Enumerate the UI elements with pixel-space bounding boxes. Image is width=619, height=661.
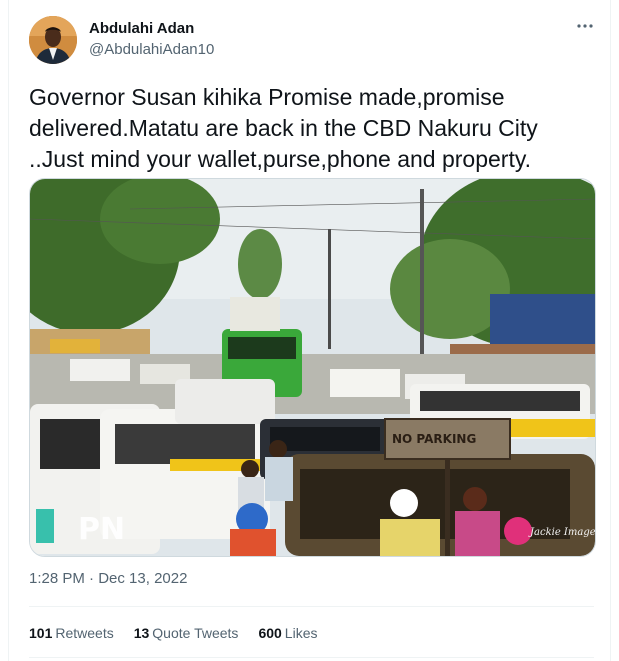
tweet-line: ..Just mind your wallet,purse,phone and … — [29, 146, 532, 172]
timestamp-separator: · — [89, 570, 99, 587]
author-name[interactable]: Abdulahi Adan — [89, 20, 194, 37]
more-options-icon[interactable] — [576, 17, 594, 39]
watermark-left: PN — [78, 512, 125, 547]
quotes-label: Quote Tweets — [152, 625, 239, 641]
divider — [29, 657, 594, 658]
divider — [29, 606, 594, 607]
likes-stat[interactable]: 600 Likes — [258, 625, 317, 641]
likes-count: 600 — [258, 625, 282, 641]
quotes-count: 13 — [133, 625, 150, 641]
tweet-timestamp[interactable]: 1:28 PM · Dec 13, 2022 — [29, 570, 187, 587]
tweet-card: Abdulahi Adan @AbdulahiAdan10 Governor S… — [8, 0, 611, 661]
quote-tweets-stat[interactable]: 13 Quote Tweets — [134, 625, 239, 641]
tweet-photo[interactable]: NO PARKING PN Jackie Imagery — [29, 178, 596, 557]
likes-label: Likes — [284, 625, 318, 641]
tweet-text: Governor Susan kihika Promise made,promi… — [29, 82, 599, 175]
tweet-line: delivered.Matatu are back in the CBD Nak… — [29, 115, 538, 141]
avatar-photo — [29, 16, 77, 64]
tweet-line: Governor Susan kihika Promise made,promi… — [29, 84, 505, 110]
sign-text: NO PARKING — [392, 432, 476, 446]
avatar[interactable] — [29, 16, 77, 64]
tweet-stats: 101 Retweets 13 Quote Tweets 600 Likes — [29, 625, 317, 641]
tweet-time[interactable]: 1:28 PM — [29, 570, 85, 587]
retweets-count: 101 — [29, 625, 53, 641]
retweets-label: Retweets — [55, 625, 114, 641]
watermark-right: Jackie Imagery — [528, 527, 595, 538]
street-scene-image: NO PARKING PN Jackie Imagery — [30, 179, 595, 556]
author-handle[interactable]: @AbdulahiAdan10 — [89, 41, 214, 58]
retweets-stat[interactable]: 101 Retweets — [29, 625, 114, 641]
tweet-date[interactable]: Dec 13, 2022 — [98, 570, 187, 587]
